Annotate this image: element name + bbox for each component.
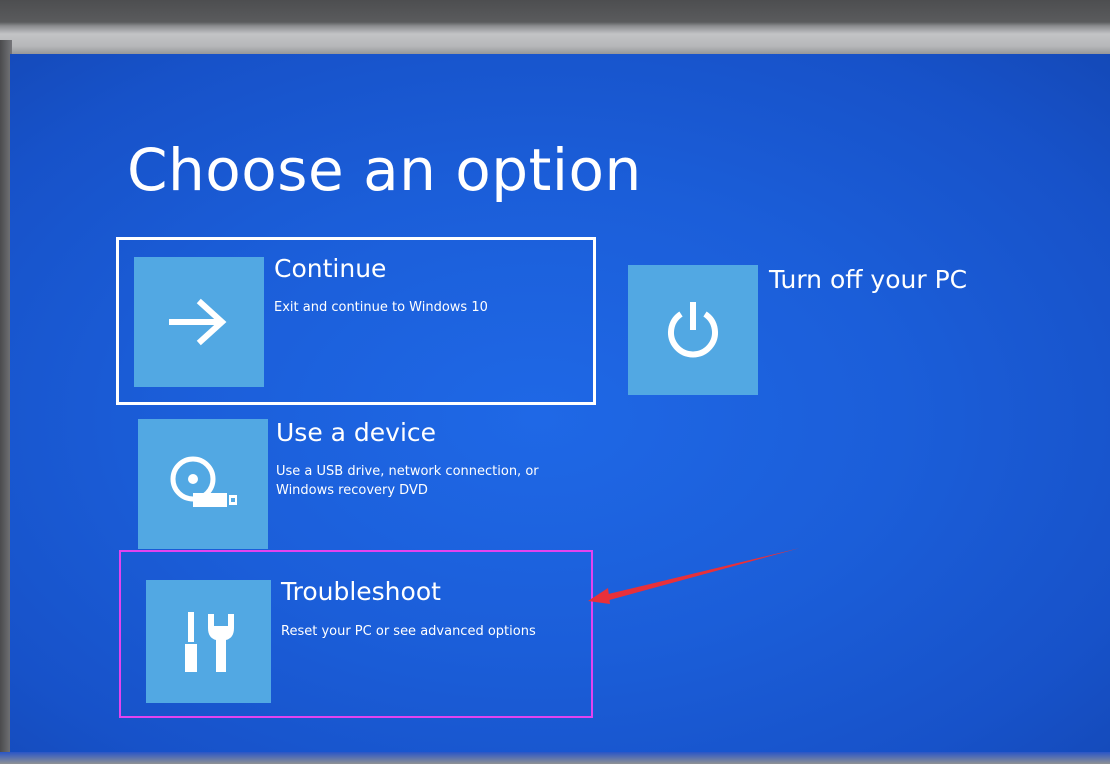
option-use-device[interactable]: Use a device Use a USB drive, network co… (116, 414, 596, 554)
option-continue-title: Continue (274, 254, 387, 283)
option-troubleshoot-description: Reset your PC or see advanced options (281, 624, 536, 639)
option-use-device-tile (138, 419, 268, 549)
option-continue[interactable]: Continue Exit and continue to Windows 10 (116, 237, 596, 405)
power-icon (668, 302, 718, 358)
option-use-device-description-line: Use a USB drive, network connection, or (276, 464, 539, 479)
option-turn-off-tile (628, 265, 758, 395)
tools-icon (184, 611, 234, 672)
option-use-device-description-line: Windows recovery DVD (276, 483, 428, 498)
option-use-device-description: Use a USB drive, network connection, or … (276, 462, 576, 500)
option-troubleshoot-tile (146, 580, 271, 703)
option-troubleshoot[interactable]: Troubleshoot Reset your PC or see advanc… (119, 550, 593, 718)
monitor-bezel-top (0, 0, 1110, 62)
monitor-bezel-bottom (0, 752, 1110, 764)
option-continue-tile (134, 257, 264, 387)
option-turn-off[interactable]: Turn off your PC (616, 254, 1016, 399)
annotation-arrow (588, 548, 800, 604)
recovery-screen: Choose an option Continue Exit and conti… (10, 54, 1110, 754)
option-use-device-title: Use a device (276, 418, 437, 447)
page-title: Choose an option (127, 136, 642, 204)
disc-usb-icon (170, 456, 237, 507)
option-continue-description: Exit and continue to Windows 10 (274, 300, 488, 315)
arrow-right-icon (169, 298, 227, 346)
option-troubleshoot-title: Troubleshoot (281, 577, 441, 606)
option-turn-off-title: Turn off your PC (769, 265, 968, 294)
